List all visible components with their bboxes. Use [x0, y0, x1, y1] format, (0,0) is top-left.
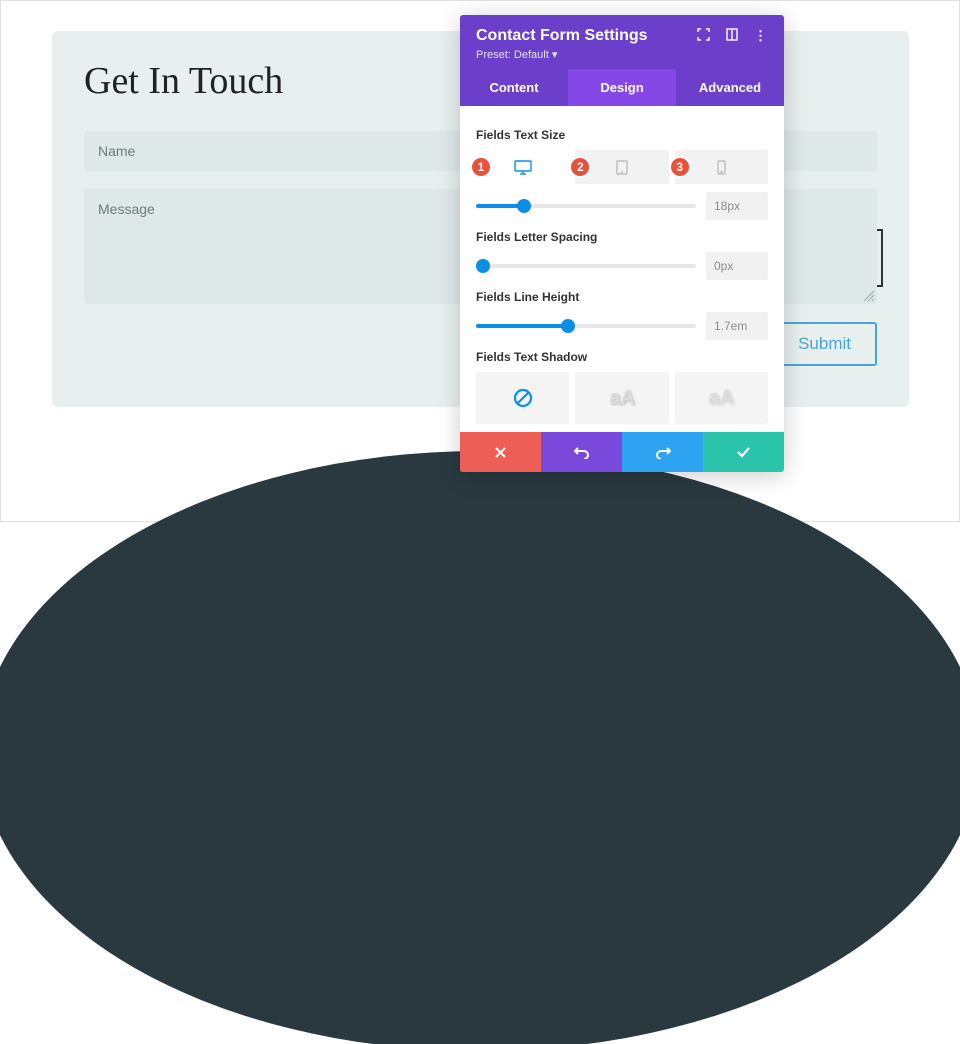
- text-shadow-options: aA aA: [476, 372, 768, 424]
- device-desktop[interactable]: 1: [476, 150, 569, 184]
- check-icon: [736, 446, 751, 458]
- device-tablet[interactable]: 2: [575, 150, 668, 184]
- line-height-label: Fields Line Height: [476, 290, 768, 304]
- close-icon: [494, 446, 507, 459]
- message-placeholder: Message: [98, 201, 155, 217]
- device-row: 1 2 3: [476, 150, 768, 184]
- save-button[interactable]: [703, 432, 784, 472]
- selection-outline: [877, 229, 883, 287]
- text-size-slider[interactable]: [476, 204, 696, 208]
- name-placeholder: Name: [98, 143, 135, 159]
- panel-footer: [460, 432, 784, 472]
- preset-selector[interactable]: Preset: Default ▾: [476, 48, 768, 61]
- letter-spacing-label: Fields Letter Spacing: [476, 230, 768, 244]
- badge-3: 3: [669, 156, 691, 178]
- text-size-value[interactable]: 18px: [706, 192, 768, 220]
- undo-button[interactable]: [541, 432, 622, 472]
- tab-advanced[interactable]: Advanced: [676, 69, 784, 106]
- shadow-none[interactable]: [476, 372, 569, 424]
- background-arc: [0, 451, 960, 1044]
- redo-button[interactable]: [622, 432, 703, 472]
- resize-handle-icon[interactable]: [863, 290, 875, 302]
- none-icon: [512, 387, 534, 409]
- slider-thumb[interactable]: [561, 319, 575, 333]
- text-shadow-label: Fields Text Shadow: [476, 350, 768, 364]
- settings-panel: Contact Form Settings ⋮ Preset: Default …: [460, 15, 784, 472]
- text-size-slider-row: 18px: [476, 192, 768, 220]
- tab-content[interactable]: Content: [460, 69, 568, 106]
- columns-icon[interactable]: [726, 28, 738, 44]
- letter-spacing-slider-row: 0px: [476, 252, 768, 280]
- cancel-button[interactable]: [460, 432, 541, 472]
- more-icon[interactable]: ⋮: [754, 28, 768, 44]
- badge-2: 2: [569, 156, 591, 178]
- shadow-preset-1[interactable]: aA: [575, 372, 668, 424]
- phone-icon: [717, 160, 726, 175]
- panel-tabs: Content Design Advanced: [460, 69, 784, 106]
- text-size-label: Fields Text Size: [476, 128, 768, 142]
- panel-body: Fields Text Size 1 2 3: [460, 106, 784, 432]
- panel-header: Contact Form Settings ⋮ Preset: Default …: [460, 15, 784, 69]
- tab-design[interactable]: Design: [568, 69, 676, 106]
- letter-spacing-value[interactable]: 0px: [706, 252, 768, 280]
- badge-1: 1: [470, 156, 492, 178]
- chevron-down-icon: ▾: [552, 49, 558, 61]
- desktop-icon: [514, 160, 532, 175]
- device-phone[interactable]: 3: [675, 150, 768, 184]
- line-height-value[interactable]: 1.7em: [706, 312, 768, 340]
- shadow-preset-2[interactable]: aA: [675, 372, 768, 424]
- line-height-slider-row: 1.7em: [476, 312, 768, 340]
- panel-title-text: Contact Form Settings: [476, 27, 648, 45]
- slider-thumb[interactable]: [476, 259, 490, 273]
- submit-button[interactable]: Submit: [772, 322, 877, 366]
- undo-icon: [574, 445, 590, 459]
- tablet-icon: [616, 160, 628, 175]
- expand-icon[interactable]: [697, 28, 710, 44]
- letter-spacing-slider[interactable]: [476, 264, 696, 268]
- slider-thumb[interactable]: [517, 199, 531, 213]
- redo-icon: [655, 445, 671, 459]
- line-height-slider[interactable]: [476, 324, 696, 328]
